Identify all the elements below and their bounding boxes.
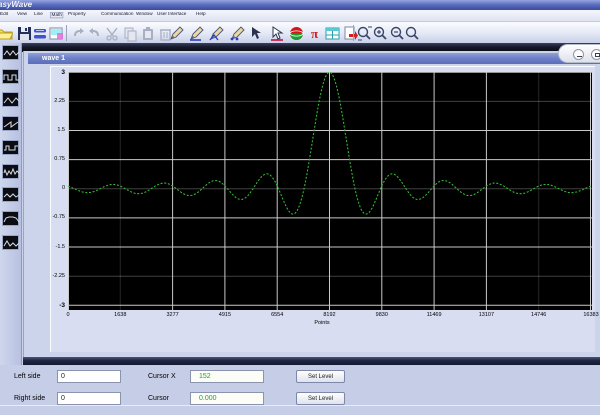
svg-text:π: π [311,26,318,41]
